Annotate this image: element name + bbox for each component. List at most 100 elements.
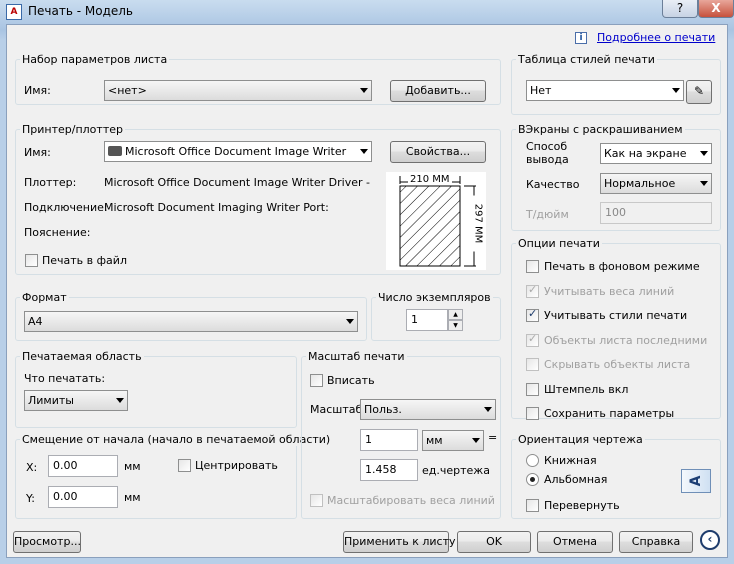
plot-option-label: Печать в фоновом режиме — [544, 260, 700, 273]
drawing-units-label: ед.чертежа — [422, 464, 490, 477]
preview-button[interactable]: Просмотр... — [13, 531, 81, 553]
dpi-input[interactable]: 100 — [600, 202, 712, 224]
shaded-viewport-group-label: ВЭкраны с раскрашиванием — [516, 123, 685, 136]
orientation-group-label: Ориентация чертежа — [516, 433, 645, 446]
page-setup-group-label: Набор параметров листа — [20, 53, 170, 66]
plot-area-group: Печатаемая область Что печатать: Лимиты — [15, 350, 297, 428]
plotter-value: Microsoft Office Document Image Writer D… — [104, 176, 374, 189]
dpi-label: Т/дюйм — [526, 208, 569, 221]
page-setup-name-select[interactable]: <нет> — [104, 80, 372, 101]
chevron-down-icon — [346, 319, 354, 324]
connection-label: Подключение: — [24, 201, 108, 214]
print-to-file-checkbox[interactable] — [25, 254, 38, 267]
cancel-button[interactable]: Отмена — [537, 531, 613, 553]
orientation-group: Ориентация чертежа Книжная Альбомная Пер… — [511, 433, 721, 519]
plot-area-group-label: Печатаемая область — [20, 350, 144, 363]
fit-to-paper-label: Вписать — [327, 374, 375, 387]
shade-output-label-line2: вывода — [526, 153, 569, 166]
scale-lineweights-checkbox[interactable] — [310, 494, 323, 507]
plot-options-group: Опции печати Печать в фоновом режиме Учит… — [511, 237, 721, 420]
center-plot-checkbox[interactable] — [178, 459, 191, 472]
printer-name-label: Имя: — [24, 146, 51, 159]
edit-pencil-icon: ✎ — [693, 84, 705, 98]
offset-y-label: Y: — [26, 492, 35, 505]
plot-option-checkbox[interactable] — [526, 307, 539, 322]
landscape-radio[interactable] — [526, 473, 539, 486]
scale-label: Масштаб: — [310, 403, 366, 416]
chevron-down-icon — [116, 398, 124, 403]
print-to-file-label: Печать в файл — [42, 254, 127, 267]
quality-label: Качество — [526, 178, 580, 191]
offset-y-unit: мм — [124, 491, 141, 504]
chevron-down-icon — [360, 149, 368, 154]
scale-units-input[interactable]: 1.458 — [360, 459, 418, 481]
paper-height-label: 297 MM — [472, 195, 484, 252]
close-button[interactable]: X — [698, 0, 734, 18]
plot-style-table-group-label: Таблица стилей печати — [516, 53, 657, 66]
quality-select[interactable]: Нормальное — [600, 173, 712, 194]
printer-name-select[interactable]: Microsoft Office Document Image Writer — [104, 141, 372, 162]
paper-format-value: A4 — [28, 315, 43, 328]
upside-down-label: Перевернуть — [544, 499, 620, 512]
scale-value: Польз. — [364, 403, 402, 416]
center-plot-label: Центрировать — [195, 459, 278, 472]
offset-y-input[interactable]: 0.00 — [48, 486, 118, 508]
landscape-label: Альбомная — [544, 473, 608, 486]
plot-option-label: Сохранить параметры — [544, 407, 675, 420]
printer-properties-button[interactable]: Свойства... — [390, 141, 486, 163]
what-to-plot-label: Что печатать: — [24, 372, 106, 385]
edit-style-table-button[interactable]: ✎ — [686, 80, 712, 104]
plot-option-label: Объекты листа последними — [544, 333, 708, 347]
ok-button[interactable]: OK — [457, 531, 531, 553]
apply-to-layout-button[interactable]: Применить к листу — [343, 531, 455, 553]
plot-option-label: Скрывать объекты листа — [544, 358, 691, 371]
help-button[interactable]: Справка — [619, 531, 693, 553]
plot-option-checkbox[interactable] — [526, 332, 539, 347]
plot-option-checkbox[interactable] — [526, 382, 539, 396]
page-setup-name-label: Имя: — [24, 84, 51, 97]
paper-format-select[interactable]: A4 — [24, 311, 358, 332]
chevron-down-icon — [472, 438, 480, 443]
copies-group-label: Число экземпляров — [376, 291, 493, 304]
description-label: Пояснение: — [24, 226, 91, 239]
scale-mm-input[interactable]: 1 — [360, 429, 418, 451]
dialog-client-area: i Подробнее о печати Набор параметров ли… — [6, 24, 728, 558]
quality-value: Нормальное — [604, 177, 676, 190]
plot-offset-group: Смещение от начала (начало в печатаемой … — [15, 433, 333, 519]
offset-x-input[interactable]: 0.00 — [48, 455, 118, 477]
scale-unit-value: мм — [426, 434, 443, 447]
shade-output-label-line1: Способ — [526, 140, 568, 153]
plot-style-table-select[interactable]: Нет — [526, 80, 684, 101]
window-title: Печать - Модель — [28, 4, 133, 18]
plot-option-label: Учитывать веса линий — [544, 284, 675, 298]
shade-output-select[interactable]: Как на экране — [600, 143, 712, 164]
upside-down-checkbox[interactable] — [526, 499, 539, 512]
add-page-setup-button[interactable]: Добавить... — [390, 80, 486, 102]
copies-input[interactable]: 1 — [406, 309, 448, 331]
equals-sign: = — [488, 431, 498, 444]
plot-style-table-value: Нет — [530, 84, 552, 97]
fit-to-paper-checkbox[interactable] — [310, 374, 323, 387]
paper-size-preview: 210 MM 297 MM — [386, 172, 486, 270]
plot-scale-group: Масштаб печати Вписать Масштаб: Польз. 1… — [301, 350, 501, 519]
scale-select[interactable]: Польз. — [360, 399, 496, 420]
paper-preview-drawing — [399, 176, 476, 267]
page-setup-name-value: <нет> — [108, 84, 147, 97]
collapse-options-icon[interactable]: ‹ — [700, 530, 720, 550]
copies-increment-button[interactable]: ▲ — [448, 309, 463, 320]
copies-decrement-button[interactable]: ▼ — [448, 320, 463, 331]
print-dialog-window: A Печать - Модель ? X i Подробнее о печа… — [0, 0, 734, 564]
help-caption-button[interactable]: ? — [662, 0, 698, 18]
portrait-radio[interactable] — [526, 454, 539, 467]
what-to-plot-select[interactable]: Лимиты — [24, 390, 128, 411]
scale-unit-select[interactable]: мм — [422, 430, 484, 451]
plot-option-checkbox[interactable] — [526, 260, 539, 273]
printer-icon — [108, 146, 122, 156]
plot-option-checkbox[interactable] — [526, 283, 539, 298]
printer-name-value: Microsoft Office Document Image Writer — [125, 145, 347, 158]
plot-option-checkbox[interactable] — [526, 407, 539, 420]
more-info-link[interactable]: Подробнее о печати — [597, 31, 715, 44]
offset-x-label: X: — [26, 461, 38, 474]
plot-option-checkbox[interactable] — [526, 358, 539, 371]
copies-group: Число экземпляров 1 ▲ ▼ — [371, 291, 501, 341]
